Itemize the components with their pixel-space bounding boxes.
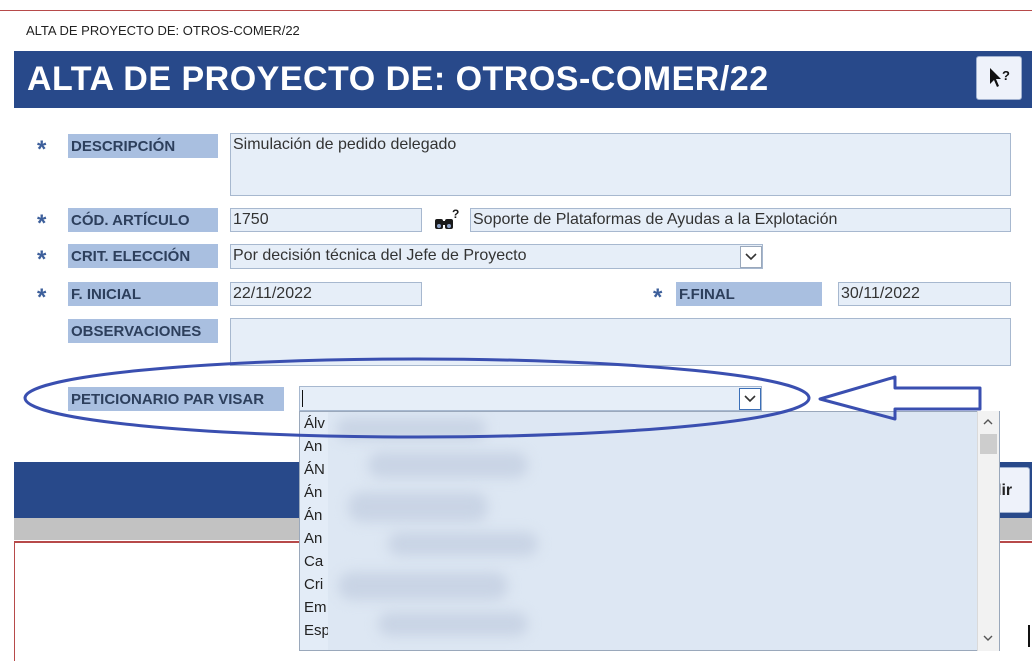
list-item[interactable]: Esp bbox=[304, 622, 330, 645]
text-cursor bbox=[1028, 625, 1030, 647]
list-item[interactable]: An bbox=[304, 438, 322, 461]
binoculars-question-icon: ? bbox=[435, 208, 459, 229]
f-final-field[interactable]: 30/11/2022 bbox=[838, 282, 1011, 306]
dropdown-scrollbar[interactable] bbox=[977, 411, 999, 651]
list-item[interactable]: Cri bbox=[304, 576, 323, 599]
cod-articulo-label: CÓD. ARTÍCULO bbox=[68, 208, 218, 232]
svg-text:?: ? bbox=[1002, 68, 1010, 83]
help-button[interactable]: ? bbox=[976, 56, 1022, 100]
list-item[interactable]: Álv bbox=[304, 415, 325, 438]
list-item[interactable]: Án bbox=[304, 507, 322, 530]
cod-articulo-field[interactable]: 1750 bbox=[230, 208, 422, 232]
crit-eleccion-dropdown-button[interactable] bbox=[740, 246, 762, 268]
svg-text:?: ? bbox=[452, 208, 459, 221]
redaction-blur bbox=[328, 412, 978, 650]
peticionario-dropdown-list[interactable]: Álv An ÁN Án Án An Ca Cri Em Esp bbox=[299, 411, 1000, 651]
crit-eleccion-label: CRIT. ELECCIÓN bbox=[68, 244, 218, 268]
f-inicial-field[interactable]: 22/11/2022 bbox=[230, 282, 422, 306]
article-lookup-button[interactable]: ? bbox=[432, 207, 462, 232]
footer-left-border bbox=[14, 543, 15, 661]
chevron-up-icon bbox=[983, 419, 993, 425]
form-header: ALTA DE PROYECTO DE: OTROS-COMER/22 ? bbox=[14, 51, 1032, 108]
scrollbar-thumb[interactable] bbox=[980, 434, 997, 454]
top-divider bbox=[0, 10, 1032, 11]
list-item[interactable]: ÁN bbox=[304, 461, 325, 484]
f-inicial-label: F. INICIAL bbox=[68, 282, 218, 306]
required-marker: * bbox=[37, 136, 47, 163]
articulo-description-field: Soporte de Plataformas de Ayudas a la Ex… bbox=[470, 208, 1011, 232]
text-caret bbox=[302, 390, 303, 407]
chevron-down-icon bbox=[983, 635, 993, 641]
page-title: ALTA DE PROYECTO DE: OTROS-COMER/22 bbox=[27, 60, 769, 98]
f-final-label: F.FINAL bbox=[676, 282, 822, 306]
chevron-down-icon bbox=[745, 253, 757, 261]
list-item[interactable]: Ca bbox=[304, 553, 323, 576]
list-item[interactable]: Án bbox=[304, 484, 322, 507]
list-item[interactable]: Em bbox=[304, 599, 327, 622]
peticionario-label: PETICIONARIO PAR VISAR bbox=[68, 387, 284, 411]
window-title: ALTA DE PROYECTO DE: OTROS-COMER/22 bbox=[26, 23, 300, 38]
list-item[interactable]: An bbox=[304, 530, 322, 553]
observaciones-field[interactable] bbox=[230, 318, 1011, 366]
required-marker: * bbox=[37, 284, 47, 311]
descripcion-label: DESCRIPCIÓN bbox=[68, 134, 218, 158]
chevron-down-icon bbox=[744, 395, 756, 403]
peticionario-dropdown-button[interactable] bbox=[739, 388, 761, 410]
crit-eleccion-select[interactable]: Por decisión técnica del Jefe de Proyect… bbox=[230, 244, 763, 269]
peticionario-select[interactable] bbox=[299, 386, 762, 411]
observaciones-label: OBSERVACIONES bbox=[68, 319, 218, 343]
required-marker: * bbox=[37, 210, 47, 237]
required-marker: * bbox=[653, 284, 663, 311]
required-marker: * bbox=[37, 246, 47, 273]
pointer-question-icon: ? bbox=[990, 68, 1010, 87]
descripcion-field[interactable]: Simulación de pedido delegado bbox=[230, 133, 1011, 196]
